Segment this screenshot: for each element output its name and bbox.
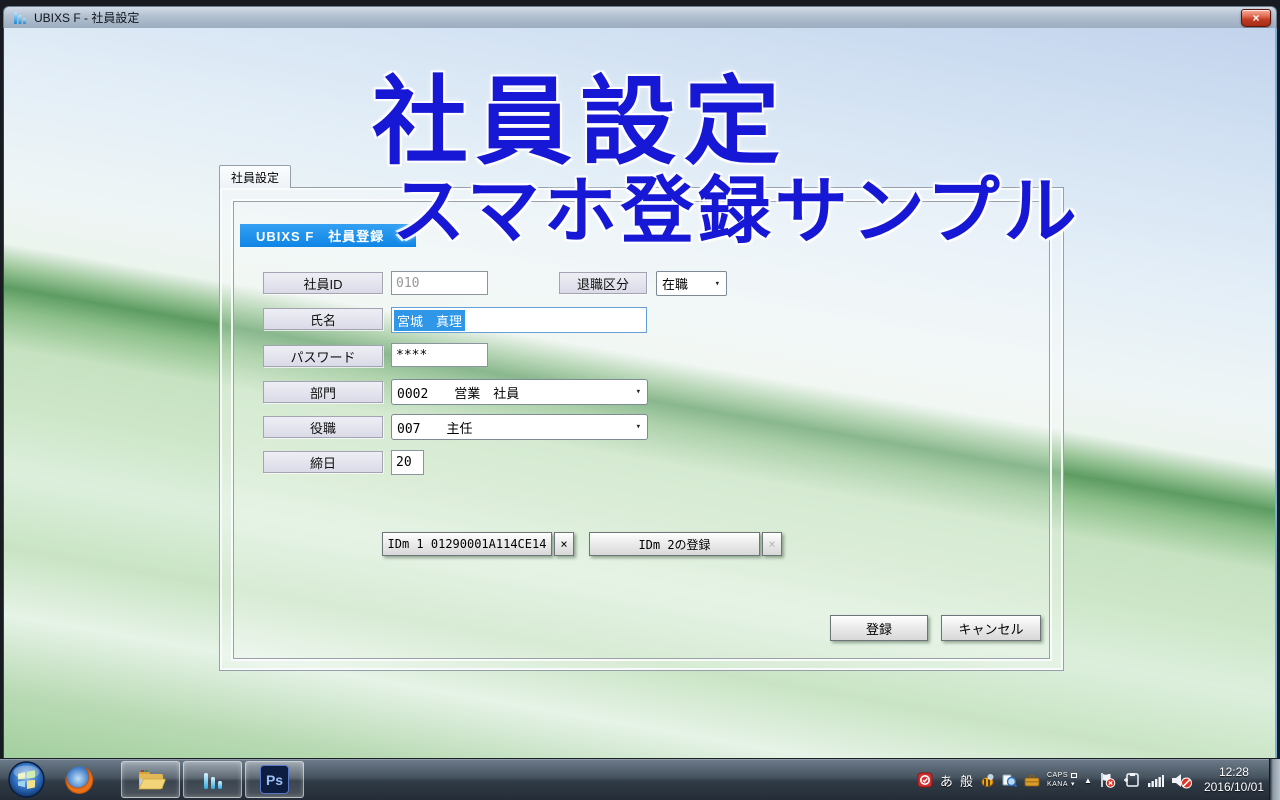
retirement-value: 在職 (662, 274, 688, 293)
retirement-label: 退職区分 (559, 272, 647, 294)
register-button[interactable]: 登録 (830, 615, 928, 641)
ime-dictionary-icon[interactable] (980, 773, 995, 788)
position-value: 007 主任 (397, 418, 472, 437)
retirement-select[interactable]: 在職 ▾ (656, 271, 727, 296)
clear-icon: × (768, 537, 775, 551)
start-button[interactable] (8, 761, 45, 798)
department-value: 0002 営業 社員 (397, 383, 519, 402)
closing-day-label: 締日 (263, 451, 383, 473)
form-header-label: UBIXS F 社員登録 (256, 226, 384, 245)
language-bar[interactable]: CAPS KANA ▾ (1047, 772, 1077, 788)
chevron-down-icon: ▾ (1071, 780, 1075, 788)
tab-employee-settings[interactable]: 社員設定 (219, 165, 291, 188)
volume-muted-icon[interactable] (1171, 772, 1193, 789)
chevron-down-icon: ▾ (636, 387, 641, 397)
window-client-area: 社員設定 UBIXS F 社員登録 社員ID 退職区分 在職 ▾ 氏名 宮城 真… (3, 28, 1277, 758)
security-shield-icon[interactable] (917, 772, 933, 788)
clock-date: 2016/10/01 (1204, 780, 1264, 795)
ime-search-icon[interactable] (1002, 773, 1017, 788)
employee-id-input[interactable] (391, 271, 488, 295)
app-icon (12, 10, 28, 26)
ime-conversion-mode[interactable]: 般 (960, 771, 973, 790)
position-select[interactable]: 007 主任 ▾ (391, 414, 648, 440)
restore-window-icon (1071, 773, 1077, 778)
taskbar: Ps あ 般 (0, 758, 1280, 800)
clock-time: 12:28 (1219, 765, 1249, 780)
taskbar-button-ubixs[interactable] (183, 761, 242, 798)
safely-remove-hardware-icon[interactable] (1123, 772, 1140, 788)
window-title: UBIXS F - 社員設定 (34, 9, 139, 26)
chevron-down-icon: ▾ (636, 422, 641, 432)
name-input[interactable]: 宮城 真理 (391, 307, 647, 333)
taskbar-button-photoshop[interactable]: Ps (245, 761, 304, 798)
show-hidden-icons-button[interactable]: ▲ (1084, 776, 1092, 785)
tab-label: 社員設定 (231, 169, 279, 186)
department-label: 部門 (263, 381, 383, 403)
close-icon: × (1252, 11, 1259, 25)
chevron-down-icon: ▾ (715, 279, 720, 289)
folder-icon (136, 767, 166, 793)
show-desktop-button[interactable] (1269, 759, 1280, 800)
kana-label: KANA (1047, 781, 1068, 788)
caps-label: CAPS (1047, 772, 1068, 779)
idm1-clear-button[interactable]: × (554, 532, 574, 556)
network-signal-icon[interactable] (1147, 773, 1164, 788)
action-center-flag-icon[interactable] (1099, 772, 1116, 788)
department-select[interactable]: 0002 営業 社員 ▾ (391, 379, 648, 405)
form-header: UBIXS F 社員登録 (240, 224, 416, 247)
cancel-button[interactable]: キャンセル (941, 615, 1041, 641)
window-titlebar: UBIXS F - 社員設定 × (3, 6, 1277, 28)
password-label: パスワード (263, 345, 383, 367)
close-button[interactable]: × (1241, 9, 1271, 27)
password-input[interactable] (391, 343, 488, 367)
annotation-subtitle: スマホ登録サンプル (392, 152, 1081, 258)
ime-input-mode[interactable]: あ (940, 771, 953, 790)
photoshop-icon: Ps (260, 765, 289, 794)
position-label: 役職 (263, 416, 383, 438)
clear-icon: × (560, 537, 567, 551)
employee-id-label: 社員ID (263, 272, 383, 294)
equalizer-bars-icon (200, 767, 226, 793)
name-label: 氏名 (263, 308, 383, 330)
idm1-button[interactable]: IDm 1 01290001A114CE14 (382, 532, 552, 556)
idm2-clear-button[interactable]: × (762, 532, 782, 556)
taskbar-clock[interactable]: 12:28 2016/10/01 (1200, 765, 1268, 795)
taskbar-button-explorer[interactable] (121, 761, 180, 798)
system-tray: あ 般 CAPS (917, 759, 1268, 800)
selected-text: 宮城 真理 (394, 310, 465, 331)
firefox-icon[interactable] (63, 763, 96, 796)
idm2-button[interactable]: IDm 2の登録 (589, 532, 760, 556)
closing-day-input[interactable] (391, 450, 424, 475)
ime-toolbox-icon[interactable] (1024, 773, 1040, 788)
